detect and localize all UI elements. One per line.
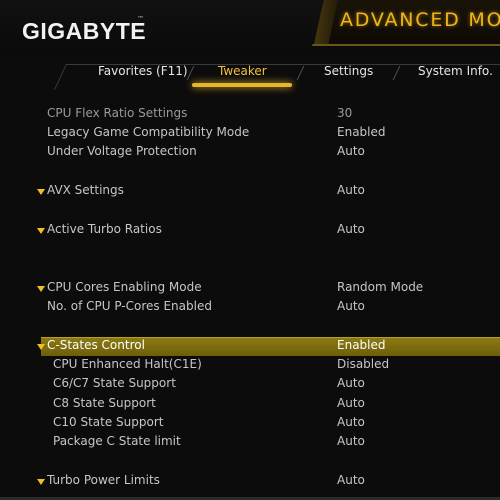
brand-logo: GIGABYTE xyxy=(22,18,147,44)
tab-system-info[interactable]: System Info. xyxy=(418,64,493,78)
setting-value[interactable]: Enabled xyxy=(337,123,386,142)
setting-label: Legacy Game Compatibility Mode xyxy=(47,125,250,139)
setting-value[interactable]: Enabled xyxy=(337,336,386,355)
setting-label: CPU Enhanced Halt(C1E) xyxy=(53,357,202,371)
setting-row-c10[interactable]: C10 State Support Auto xyxy=(0,413,500,432)
setting-value[interactable]: Auto xyxy=(337,297,365,316)
expand-arrow-icon[interactable] xyxy=(37,189,45,195)
setting-label: C8 State Support xyxy=(53,396,156,410)
setting-value[interactable]: Auto xyxy=(337,374,365,393)
setting-label: C10 State Support xyxy=(53,415,164,429)
setting-value[interactable]: Random Mode xyxy=(337,278,423,297)
setting-label: AVX Settings xyxy=(47,183,124,197)
trademark-symbol: ™ xyxy=(137,15,144,23)
expand-arrow-icon[interactable] xyxy=(37,479,45,485)
setting-row-p-cores-enabled[interactable]: No. of CPU P-Cores Enabled Auto xyxy=(0,297,500,316)
setting-value[interactable]: Auto xyxy=(337,181,365,200)
tab-settings[interactable]: Settings xyxy=(324,64,373,78)
setting-label: CPU Cores Enabling Mode xyxy=(47,280,202,294)
setting-label: CPU Flex Ratio Settings xyxy=(47,106,188,120)
advanced-mode-title: ADVANCED MOD xyxy=(340,9,500,31)
expand-arrow-icon[interactable] xyxy=(37,344,45,350)
setting-row-c6c7[interactable]: C6/C7 State Support Auto xyxy=(0,374,500,393)
setting-row-c8[interactable]: C8 State Support Auto xyxy=(0,394,500,413)
setting-row-avx-settings[interactable]: AVX Settings Auto xyxy=(0,181,500,200)
setting-value[interactable]: Auto xyxy=(337,142,365,161)
setting-value[interactable]: Auto xyxy=(337,432,365,451)
setting-label: No. of CPU P-Cores Enabled xyxy=(47,299,212,313)
setting-label: Turbo Power Limits xyxy=(47,473,160,487)
tab-tweaker[interactable]: Tweaker xyxy=(218,64,267,78)
setting-row-cpu-flex-ratio: CPU Flex Ratio Settings 30 xyxy=(0,104,500,123)
setting-row-package-c-state[interactable]: Package C State limit Auto xyxy=(0,432,500,451)
setting-row-cpu-cores-enabling[interactable]: CPU Cores Enabling Mode Random Mode xyxy=(0,278,500,297)
setting-value[interactable]: Auto xyxy=(337,394,365,413)
setting-label: Under Voltage Protection xyxy=(47,144,197,158)
setting-label: C6/C7 State Support xyxy=(53,376,176,390)
setting-value: 30 xyxy=(337,106,353,120)
setting-row-active-turbo-ratios[interactable]: Active Turbo Ratios Auto xyxy=(0,220,500,239)
setting-label: Package C State limit xyxy=(53,434,181,448)
setting-row-c1e[interactable]: CPU Enhanced Halt(C1E) Disabled xyxy=(0,355,500,374)
setting-row-under-voltage[interactable]: Under Voltage Protection Auto xyxy=(0,142,500,161)
setting-value[interactable]: Auto xyxy=(337,220,365,239)
setting-label: Active Turbo Ratios xyxy=(47,222,162,236)
setting-value[interactable]: Auto xyxy=(337,471,365,490)
setting-value[interactable]: Disabled xyxy=(337,355,389,374)
setting-row-c-states-control[interactable]: C-States Control Enabled xyxy=(0,336,500,355)
setting-label: C-States Control xyxy=(47,338,145,352)
setting-value[interactable]: Auto xyxy=(337,413,365,432)
tab-favorites[interactable]: Favorites (F11) xyxy=(98,64,188,78)
setting-row-legacy-game-mode[interactable]: Legacy Game Compatibility Mode Enabled xyxy=(0,123,500,142)
expand-arrow-icon[interactable] xyxy=(37,228,45,234)
expand-arrow-icon[interactable] xyxy=(37,286,45,292)
active-tab-indicator xyxy=(192,83,292,87)
setting-row-turbo-power-limits[interactable]: Turbo Power Limits Auto xyxy=(0,471,500,490)
